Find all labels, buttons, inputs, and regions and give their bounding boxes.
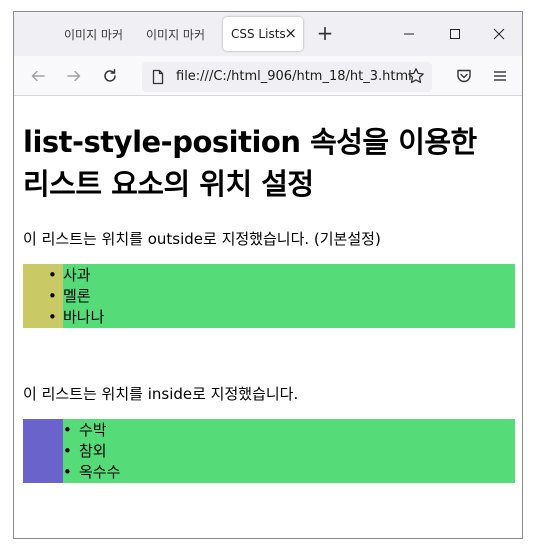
- arrow-left-icon[interactable]: [24, 62, 52, 90]
- page-title: list-style-position 속성을 이용한 리스트 요소의 위치 설…: [23, 121, 513, 205]
- pocket-icon[interactable]: [450, 62, 478, 90]
- list-bullet: •: [63, 463, 72, 481]
- plus-icon[interactable]: +: [314, 22, 336, 44]
- list-item: 참외: [79, 442, 107, 460]
- tab-label: 이미지 마커: [64, 27, 124, 42]
- list-bullet: •: [63, 442, 72, 460]
- list-item: 옥수수: [79, 463, 121, 481]
- close-icon[interactable]: [484, 20, 514, 48]
- star-icon[interactable]: [402, 62, 430, 90]
- maximize-icon[interactable]: [440, 20, 470, 48]
- page-title-line-2: 리스트 요소의 위치 설정: [23, 167, 314, 201]
- url-text[interactable]: file:///C:/html_906/htm_18/ht_3.html: [176, 69, 412, 84]
- arrow-right-icon[interactable]: [60, 62, 88, 90]
- browser-window: 이미지 마커 이미지 마커 CSS Lists × + file:///C:/h…: [13, 11, 523, 539]
- tab-label: 이미지 마커: [146, 27, 206, 42]
- list-item: 바나나: [63, 308, 105, 326]
- minimize-icon[interactable]: [394, 20, 424, 48]
- file-icon: [150, 69, 166, 85]
- hamburger-menu-icon[interactable]: [486, 62, 514, 90]
- page-title-line-1: list-style-position 속성을 이용한: [23, 125, 477, 159]
- url-bar[interactable]: file:///C:/html_906/htm_18/ht_3.html: [142, 62, 432, 92]
- list-bullet: •: [48, 266, 57, 284]
- list-bullet: •: [48, 287, 57, 305]
- outside-description: 이 리스트는 위치를 outside로 지정했습니다. (기본설정): [23, 230, 381, 248]
- tab-image-marker-1[interactable]: 이미지 마커: [64, 17, 136, 51]
- list-bullet: •: [63, 421, 72, 439]
- outside-list: • • • 사과 멜론 바나나: [23, 264, 515, 328]
- list-bullet: •: [48, 308, 57, 326]
- inside-description: 이 리스트는 위치를 inside로 지정했습니다.: [23, 385, 299, 403]
- list-item: 수박: [79, 421, 107, 439]
- close-tab-icon[interactable]: ×: [284, 25, 297, 41]
- outside-list-items: 사과 멜론 바나나: [63, 264, 515, 328]
- tab-css-lists[interactable]: CSS Lists ×: [223, 17, 303, 51]
- navigation-bar: file:///C:/html_906/htm_18/ht_3.html: [14, 56, 522, 96]
- tab-bar: 이미지 마커 이미지 마커 CSS Lists × +: [14, 12, 522, 56]
- page-content: list-style-position 속성을 이용한 리스트 요소의 위치 설…: [14, 97, 522, 538]
- list-item: 사과: [63, 266, 91, 284]
- inside-list-items: • 수박 • 참외 • 옥수수: [63, 419, 515, 483]
- tab-image-marker-2[interactable]: 이미지 마커: [146, 17, 218, 51]
- list-item: 멜론: [63, 287, 91, 305]
- tab-label: CSS Lists: [231, 27, 286, 41]
- inside-list: • 수박 • 참외 • 옥수수: [23, 419, 515, 483]
- reload-icon[interactable]: [96, 62, 124, 90]
